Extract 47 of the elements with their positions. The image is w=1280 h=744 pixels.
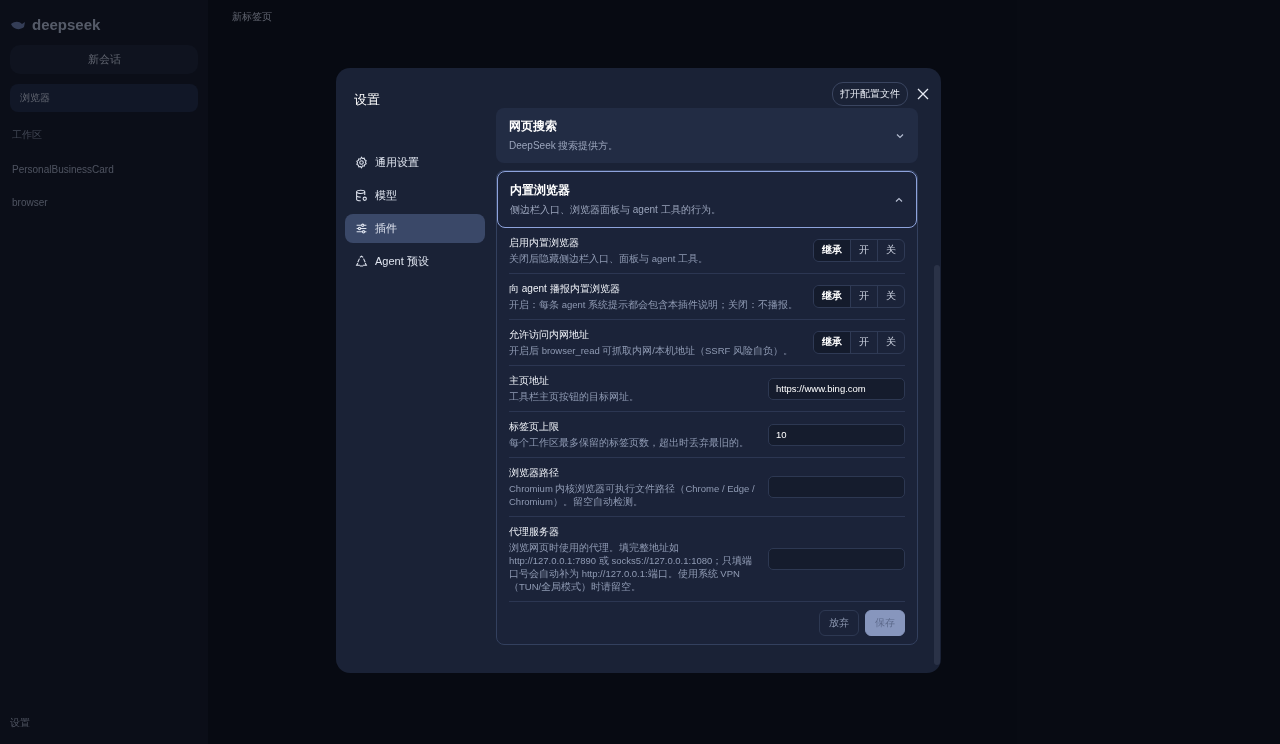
section-description: DeepSeek 搜索提供方。: [509, 139, 620, 153]
section-title: 内置浏览器: [510, 182, 571, 199]
setting-description: 开启：每条 agent 系统提示都会包含本插件说明；关闭：不播报。: [509, 298, 800, 311]
setting-label: 主页地址: [509, 374, 550, 388]
section-header[interactable]: 网页搜索 DeepSeek 搜索提供方。: [496, 108, 918, 163]
segment-option[interactable]: 关: [877, 240, 904, 261]
segment-option[interactable]: 继承: [814, 332, 850, 353]
settings-nav-item[interactable]: 插件: [345, 214, 485, 243]
input-field[interactable]: [768, 476, 905, 498]
segment-option[interactable]: 关: [877, 286, 904, 307]
input-field[interactable]: [768, 548, 905, 570]
setting-description: 浏览网页时使用的代理。填完整地址如 http://127.0.0.1:7890 或 socks5://127.0.0.1:1080；只填端口号会自动补为 http://127.0.0.1:端口。使用系统 VPN（TUN/全局模式）时请留空。: [509, 541, 754, 593]
setting-description: Chromium 内核浏览器可执行文件路径（Chrome / Edge / Chromium）。留空自动检测。: [509, 482, 756, 508]
open-config-button[interactable]: 打开配置文件: [832, 82, 908, 106]
setting-description: 开启后 browser_read 可抓取内网/本机地址（SSRF 风险自负）。: [509, 344, 794, 357]
section-header[interactable]: 内置浏览器 侧边栏入口、浏览器面板与 agent 工具的行为。: [497, 171, 917, 228]
setting-label: 标签页上限: [509, 420, 560, 434]
setting-description: 每个工作区最多保留的标签页数，超出时丢弃最旧的。: [509, 436, 750, 449]
dialog-title: 设置: [354, 91, 381, 109]
settings-nav-item[interactable]: 通用设置: [345, 148, 485, 177]
segment-option[interactable]: 继承: [814, 286, 850, 307]
sliders-icon: [355, 222, 368, 235]
segment-option[interactable]: 开: [850, 332, 877, 353]
database-icon: [355, 189, 368, 202]
browser-tab[interactable]: 新标签页: [232, 10, 272, 24]
setting-label: 浏览器路径: [509, 466, 560, 480]
setting-label: 启用内置浏览器: [509, 236, 580, 250]
segment-option[interactable]: 关: [877, 332, 904, 353]
setting-description: 工具栏主页按钮的目标网址。: [509, 390, 640, 403]
setting-label: 代理服务器: [509, 525, 560, 539]
setting-description: 关闭后隐藏侧边栏入口、面板与 agent 工具。: [509, 252, 710, 265]
segment-option[interactable]: 开: [850, 240, 877, 261]
settings-nav-item[interactable]: Agent 预设: [345, 247, 485, 276]
settings-nav-item[interactable]: 模型: [345, 181, 485, 210]
setting-label: 允许访问内网地址: [509, 328, 590, 342]
segment-option[interactable]: 继承: [814, 240, 850, 261]
recycle-icon: [355, 255, 368, 268]
app-logo: deepseek: [32, 16, 101, 33]
segment-option[interactable]: 开: [850, 286, 877, 307]
setting-label: 向 agent 播报内置浏览器: [509, 282, 621, 296]
close-icon[interactable]: [917, 88, 929, 100]
section-title: 网页搜索: [509, 118, 558, 135]
input-field[interactable]: 10: [768, 423, 905, 446]
discard-button[interactable]: 放弃: [819, 610, 859, 636]
section-description: 侧边栏入口、浏览器面板与 agent 工具的行为。: [510, 203, 722, 217]
gear-icon: [355, 156, 368, 169]
input-field[interactable]: https://www.bing.com: [768, 377, 905, 400]
